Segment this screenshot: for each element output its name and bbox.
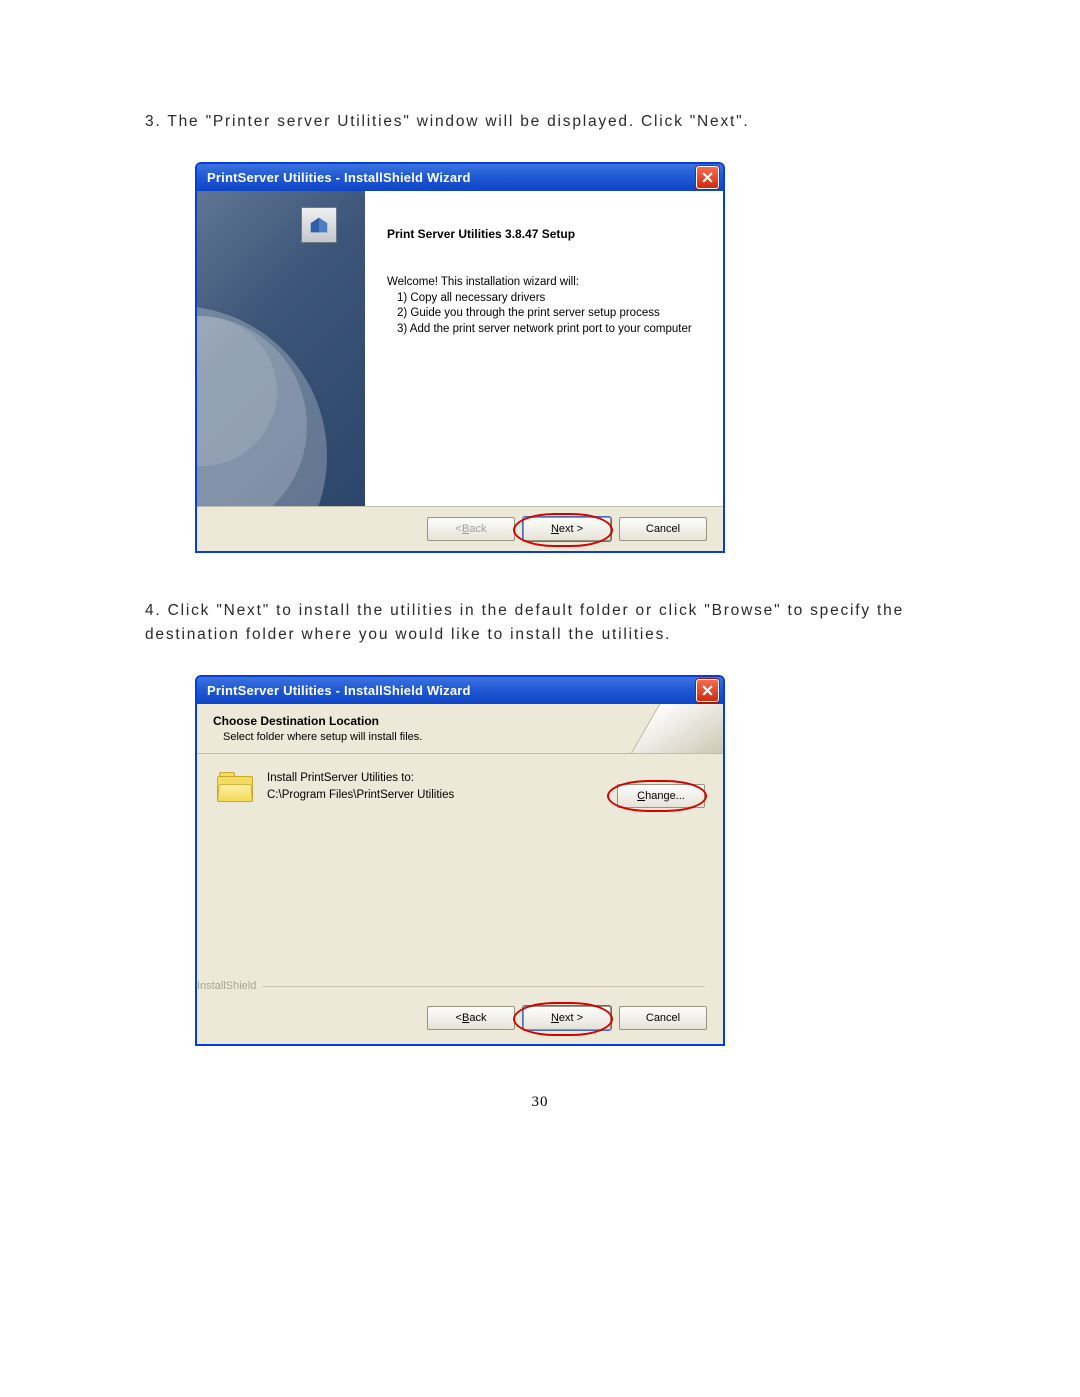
window-title: PrintServer Utilities - InstallShield Wi… bbox=[207, 170, 471, 185]
cancel-button[interactable]: Cancel bbox=[619, 517, 707, 541]
close-icon[interactable] bbox=[696, 679, 719, 702]
back-button[interactable]: < Back bbox=[427, 1006, 515, 1030]
install-path: C:\Program Files\PrintServer Utilities bbox=[267, 787, 603, 804]
step-4-text: 4. Click "Next" to install the utilities… bbox=[145, 599, 935, 647]
folder-icon bbox=[217, 772, 253, 802]
change-button[interactable]: Change... bbox=[617, 784, 705, 808]
next-button[interactable]: Next > bbox=[523, 517, 611, 541]
page-number: 30 bbox=[145, 1094, 935, 1111]
titlebar: PrintServer Utilities - InstallShield Wi… bbox=[197, 164, 723, 191]
page-curl-icon bbox=[625, 704, 723, 754]
welcome-item-1: 1) Copy all necessary drivers bbox=[387, 291, 701, 307]
back-button: < Back bbox=[427, 517, 515, 541]
installer-icon bbox=[301, 207, 337, 243]
install-to-label: Install PrintServer Utilities to: bbox=[267, 770, 603, 787]
cancel-button[interactable]: Cancel bbox=[619, 1006, 707, 1030]
step-3-text: 3. The "Printer server Utilities" window… bbox=[145, 110, 935, 134]
window-title: PrintServer Utilities - InstallShield Wi… bbox=[207, 683, 471, 698]
close-icon[interactable] bbox=[696, 166, 719, 189]
welcome-item-3: 3) Add the print server network print po… bbox=[387, 322, 701, 338]
header-title: Choose Destination Location bbox=[213, 714, 711, 728]
installshield-label: InstallShield bbox=[197, 980, 256, 992]
wizard-heading: Print Server Utilities 3.8.47 Setup bbox=[387, 227, 701, 241]
welcome-item-2: 2) Guide you through the print server se… bbox=[387, 306, 701, 322]
titlebar: PrintServer Utilities - InstallShield Wi… bbox=[197, 677, 723, 704]
welcome-text: Welcome! This installation wizard will: bbox=[387, 275, 701, 291]
next-button[interactable]: Next > bbox=[523, 1006, 611, 1030]
wizard-side-banner bbox=[197, 191, 365, 506]
wizard-window-destination: PrintServer Utilities - InstallShield Wi… bbox=[195, 675, 725, 1046]
wizard-window-welcome: PrintServer Utilities - InstallShield Wi… bbox=[195, 162, 725, 553]
